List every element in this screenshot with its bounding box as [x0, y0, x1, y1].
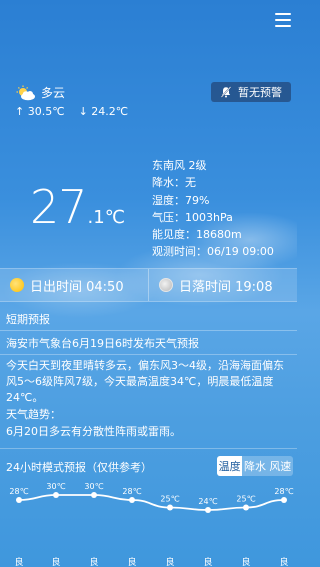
air-quality-label: 良: [127, 556, 136, 567]
temp-point: [167, 504, 173, 511]
short-forecast-body: 海安市气象台6月19日6时发布天气预报 今天白天到夜里晴转多云，偏东风3～4级，…: [0, 336, 297, 441]
temp-integer: 27: [30, 180, 88, 234]
model-tabs: 温度 降水 风速: [217, 456, 293, 476]
sunset-icon: [159, 278, 173, 292]
humidity-info: 湿度：79%: [152, 193, 210, 207]
air-quality-label: 良: [203, 556, 212, 567]
partly-cloudy-icon: [16, 85, 35, 100]
pressure-info: 气压：1003hPa: [152, 210, 233, 224]
tab-wind-speed[interactable]: 风速: [268, 456, 293, 476]
tab-precipitation[interactable]: 降水: [242, 456, 267, 476]
current-temperature: 27 .1 ℃: [30, 180, 125, 234]
temp-label: 30℃: [84, 482, 103, 491]
temp-point: [91, 492, 97, 498]
temp-label: 25℃: [160, 495, 179, 504]
forecast-detail: 今天白天到夜里晴转多云，偏东风3～4级，沿海海面偏东风5～6级阵风7级，今天最高…: [6, 359, 284, 404]
temp-point: [243, 504, 249, 511]
air-quality-label: 良: [279, 556, 288, 567]
sunset-cell: 日落时间 19:08: [148, 269, 297, 301]
visibility-info: 能见度：18680m: [152, 228, 242, 242]
forecast-issuer: 海安市气象台6月19日6时发布天气预报: [6, 337, 199, 350]
high-temp: ↑ 30.5℃: [15, 105, 65, 118]
trend-text: 6月20日多云有分散性阵雨或雷雨。: [6, 425, 181, 438]
alert-button[interactable]: 暂无预警: [211, 82, 291, 102]
sunrise-icon: [10, 278, 24, 292]
air-quality-label: 良: [89, 556, 98, 567]
sun-times-bar: 日出时间 04:50 日落时间 19:08: [0, 268, 297, 302]
tab-temperature[interactable]: 温度: [217, 456, 243, 476]
precip-info: 降水：无: [152, 176, 196, 190]
air-quality-label: 良: [14, 556, 23, 567]
temp-decimal: .1: [87, 207, 105, 228]
current-condition: 多云: [15, 84, 65, 101]
bell-off-icon: [220, 86, 232, 98]
divider: [0, 354, 297, 355]
air-quality-label: 良: [51, 556, 60, 567]
hourly-temperature-chart: 28℃ 良 30℃ 良 30℃ 良 28℃ 良 25℃ 良 24℃ 良 25℃ 良 28℃ 良: [9, 482, 293, 567]
temp-label: 28℃: [122, 487, 141, 496]
condition-text: 多云: [41, 86, 66, 100]
weather-details: 东南风 2级 降水：无 湿度：79% 气压：1003hPa 能见度：18680m…: [152, 157, 274, 261]
temp-point: [129, 497, 135, 503]
air-quality-label: 良: [241, 556, 250, 567]
temp-label: 28℃: [274, 487, 293, 496]
short-forecast-title: 短期预报: [6, 313, 50, 326]
temp-label: 24℃: [198, 497, 217, 506]
temp-point: [53, 492, 59, 498]
high-low-temps: ↑ 30.5℃ ↓ 24.2℃: [15, 105, 128, 118]
alert-label: 暂无预警: [238, 86, 282, 99]
temp-point: [16, 497, 22, 503]
temp-point: [281, 497, 287, 503]
temp-unit: ℃: [104, 207, 125, 228]
divider: [0, 448, 297, 449]
air-quality-label: 良: [165, 556, 174, 567]
trend-label: 天气趋势：: [6, 408, 61, 421]
temp-label: 25℃: [236, 495, 255, 504]
obs-time-info: 观测时间：06/19 09:00: [152, 245, 274, 259]
sunset-text: 日落时间 19:08: [179, 279, 273, 295]
sunrise-text: 日出时间 04:50: [30, 279, 124, 295]
temp-label: 28℃: [9, 487, 28, 496]
model-forecast-title: 24小时模式预报（仅供参考）: [6, 461, 152, 474]
menu-icon[interactable]: [275, 13, 291, 27]
low-temp: ↓ 24.2℃: [78, 105, 129, 118]
temp-point: [205, 507, 211, 513]
wind-info: 东南风 2级: [152, 159, 207, 172]
temp-label: 30℃: [46, 482, 65, 491]
sunrise-cell: 日出时间 04:50: [0, 269, 148, 301]
divider: [0, 330, 297, 331]
